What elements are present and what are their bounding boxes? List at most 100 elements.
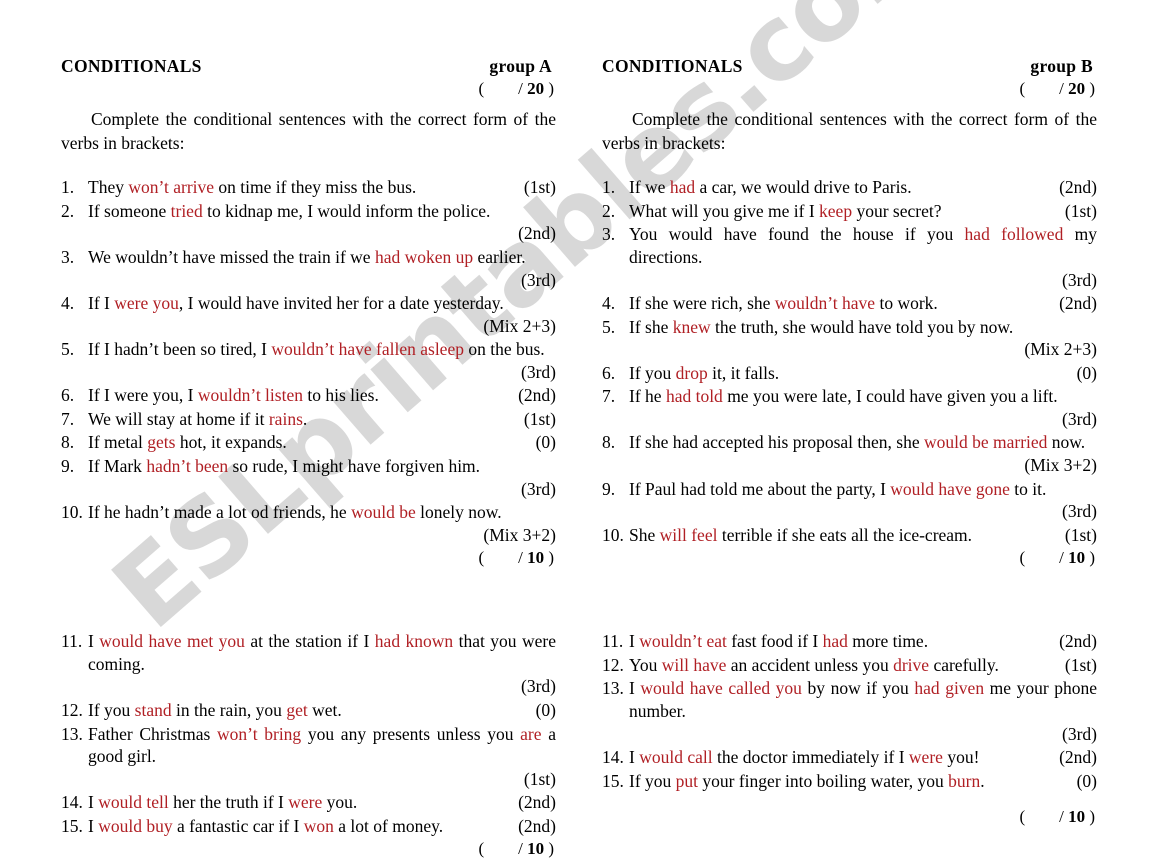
block-score-a-2: ( / 10 ) <box>61 839 556 859</box>
exercise-body: I would tell her the truth if I were you… <box>88 791 556 814</box>
exercise-item: 11. I would have met you at the station i… <box>61 630 556 698</box>
exercise-number: 7. <box>61 408 75 429</box>
exercise-body: If I were you, I wouldn’t listen to his … <box>88 384 556 407</box>
exercise-item: 8. If she had accepted his proposal then,… <box>602 431 1097 476</box>
block-spacer-b <box>602 568 1097 590</box>
exercise-sentence: If someone tried to kidnap me, I would i… <box>88 200 491 221</box>
exercise-sentence: I would buy a fantastic car if I won a l… <box>88 815 556 838</box>
exercise-body: If she knew the truth, she would have to… <box>629 316 1097 361</box>
exercise-number: 13. <box>61 723 83 744</box>
exercise-sentence: They won’t arrive on time if they miss t… <box>88 176 556 199</box>
exercise-item: 13. I would have called you by now if you… <box>602 677 1097 745</box>
exercise-sentence-text: If metal gets hot, it expands. <box>88 432 287 453</box>
exercise-sentence-text: If you put your finger into boiling wate… <box>629 770 985 791</box>
exercise-sentence: I would call the doctor immediately if I… <box>629 746 1097 769</box>
exercise-body: If Mark hadn’t been so rude, I might hav… <box>88 455 556 500</box>
exercise-body: I would have met you at the station if I… <box>88 630 556 698</box>
group-label-b: group B <box>1030 56 1093 76</box>
exercise-number: 15. <box>61 815 83 836</box>
header-group-b: CONDITIONALS group B <box>602 56 1097 77</box>
exercise-body: If she had accepted his proposal then, s… <box>629 431 1097 476</box>
exercise-sentence: We will stay at home if it rains. (1st) <box>88 408 556 431</box>
exercise-sentence: I wouldn’t eat fast food if I had more t… <box>629 630 1097 653</box>
exercise-number: 4. <box>602 293 616 314</box>
exercise-sentence: We wouldn’t have missed the train if we … <box>88 246 526 267</box>
total-score-b-prefix: ( / <box>1019 79 1069 98</box>
conditional-type-tag: (2nd) <box>518 385 556 406</box>
exercise-sentence-text: If she were rich, she wouldn’t have to w… <box>629 293 938 314</box>
exercise-sentence-text: I would tell her the truth if I were you… <box>88 792 358 813</box>
exercise-item: 9. If Paul had told me about the party, I… <box>602 478 1097 523</box>
block-score-b-1-prefix: ( / <box>1019 548 1069 568</box>
exercise-sentence: If metal gets hot, it expands. (0) <box>88 431 556 454</box>
exercise-item: 12. If you stand in the rain, you get wet… <box>61 699 556 722</box>
block-spacer-a <box>61 568 556 590</box>
conditional-type-tag: (3rd) <box>1062 501 1097 522</box>
exercise-item: 2. If someone tried to kidnap me, I would… <box>61 200 556 245</box>
exercise-item: 5. If I hadn’t been so tired, I wouldn’t … <box>61 338 556 383</box>
exercise-item: 4. If she were rich, she wouldn’t have to… <box>602 292 1097 315</box>
exercise-number: 5. <box>602 316 616 337</box>
conditional-type-tag: (Mix 2+3) <box>1024 339 1097 360</box>
block-score-b-1: ( / 10 ) <box>602 548 1097 568</box>
exercise-sentence: If Paul had told me about the party, I w… <box>629 478 1047 499</box>
exercise-body: We wouldn’t have missed the train if we … <box>88 246 556 291</box>
exercise-sentence: If Mark hadn’t been so rude, I might hav… <box>88 456 481 476</box>
exercise-item: 4. If I were you, I would have invited he… <box>61 292 556 337</box>
exercise-sentence: If she were rich, she wouldn’t have to w… <box>629 292 1097 315</box>
conditional-type-tag: (3rd) <box>1062 723 1097 744</box>
exercise-sentence-text: If I were you, I wouldn’t listen to his … <box>88 385 379 406</box>
page-title-group-a: CONDITIONALS <box>61 56 202 76</box>
worksheet-page: CONDITIONALS group A ( / 20 ) Complete t… <box>0 0 1169 858</box>
exercise-sentence: You will have an accident unless you dri… <box>629 654 1097 677</box>
exercise-number: 5. <box>61 339 75 360</box>
exercise-sentence: She will feel terrible if she eats all t… <box>629 524 1097 547</box>
block-score-b-2: ( / 10 ) <box>602 807 1097 827</box>
exercise-body: They won’t arrive on time if they miss t… <box>88 176 556 199</box>
exercise-sentence-text: We will stay at home if it rains. <box>88 408 308 429</box>
exercise-number: 12. <box>61 699 83 720</box>
total-score-a-prefix: ( / <box>478 79 528 98</box>
exercise-number: 11. <box>61 631 83 652</box>
total-score-b-value: 20 <box>1068 79 1086 98</box>
worksheet-columns: CONDITIONALS group A ( / 20 ) Complete t… <box>61 56 1113 859</box>
conditional-type-tag: (0) <box>1076 362 1097 383</box>
conditional-type-tag: (Mix 2+3) <box>483 315 556 336</box>
exercise-item: 6. If I were you, I wouldn’t listen to hi… <box>61 384 556 407</box>
exercise-item: 7. If he had told me you were late, I cou… <box>602 385 1097 430</box>
exercise-number: 7. <box>602 386 616 407</box>
conditional-type-tag: (3rd) <box>521 478 556 499</box>
exercise-sentence-text: If we had a car, we would drive to Paris… <box>629 177 912 198</box>
conditional-type-tag: (3rd) <box>521 269 556 290</box>
exercise-number: 14. <box>61 792 83 813</box>
conditional-type-tag: (2nd) <box>1059 747 1097 768</box>
exercise-sentence: You would have found the house if you ha… <box>629 224 1097 267</box>
exercise-item: 7. We will stay at home if it rains. (1st) <box>61 408 556 431</box>
exercise-sentence-text: If you drop it, it falls. <box>629 362 780 383</box>
total-score-b-suffix: ) <box>1085 79 1095 98</box>
exercise-sentence: I would tell her the truth if I were you… <box>88 791 556 814</box>
conditional-type-tag: (Mix 3+2) <box>483 524 556 545</box>
block-score-b-2-value: 10 <box>1068 807 1086 827</box>
exercise-body: If you put your finger into boiling wate… <box>629 770 1097 793</box>
block-score-a-1: ( / 10 ) <box>61 548 556 568</box>
exercise-sentence: If she knew the truth, she would have to… <box>629 316 1014 337</box>
exercise-body: If you stand in the rain, you get wet. (0… <box>88 699 556 722</box>
exercise-number: 1. <box>602 177 616 198</box>
exercise-body: If someone tried to kidnap me, I would i… <box>88 200 556 245</box>
exercise-sentence: What will you give me if I keep your sec… <box>629 200 1097 223</box>
exercise-number: 13. <box>602 678 624 699</box>
exercise-sentence: If we had a car, we would drive to Paris… <box>629 176 1097 199</box>
exercise-body: If metal gets hot, it expands. (0) <box>88 431 556 454</box>
exercise-item: 3. We wouldn’t have missed the train if w… <box>61 246 556 291</box>
exercise-sentence-text: I wouldn’t eat fast food if I had more t… <box>629 631 929 652</box>
exercise-item: 14. I would tell her the truth if I were … <box>61 791 556 814</box>
conditional-type-tag: (2nd) <box>1059 293 1097 314</box>
exercise-item: 15. I would buy a fantastic car if I won … <box>61 815 556 838</box>
exercise-list-b-block2: 11. I wouldn’t eat fast food if I had mor… <box>602 630 1097 792</box>
exercise-body: She will feel terrible if she eats all t… <box>629 524 1097 547</box>
block-score-b-1-suffix: ) <box>1085 548 1095 568</box>
exercise-body: I wouldn’t eat fast food if I had more t… <box>629 630 1097 653</box>
conditional-type-tag: (1st) <box>1064 654 1097 675</box>
exercise-number: 10. <box>61 502 83 523</box>
